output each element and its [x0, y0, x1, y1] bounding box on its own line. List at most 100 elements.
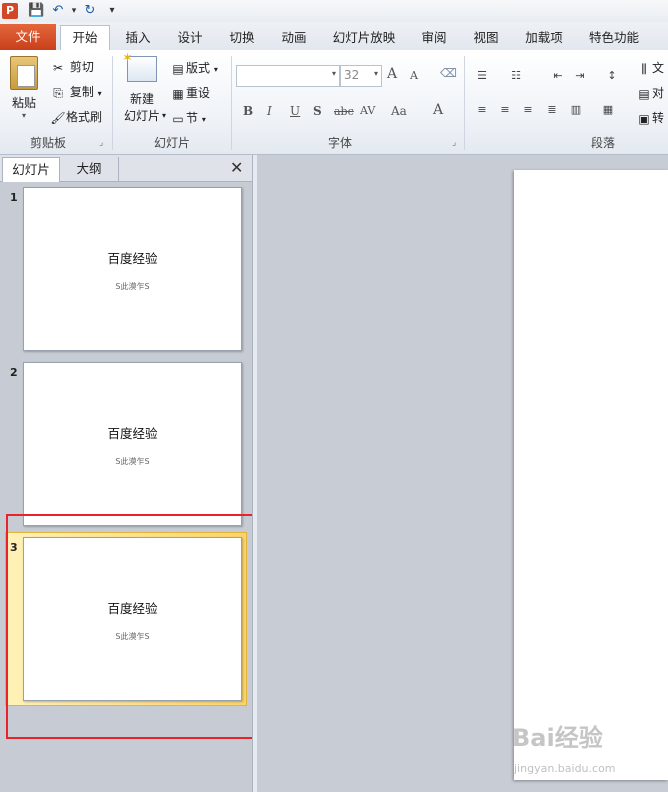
text-direction-icon: ⫼: [641, 61, 647, 76]
layout-label: 版式: [186, 61, 211, 75]
copy-button[interactable]: ⎘ 复制 ▾: [50, 83, 102, 101]
pane-tab-outline[interactable]: 大纲: [60, 157, 119, 181]
tab-insert[interactable]: 插入: [118, 26, 158, 50]
bullets-icon[interactable]: ☰: [474, 69, 490, 83]
tab-special-features[interactable]: 特色功能: [582, 26, 646, 50]
tab-home[interactable]: 开始: [60, 25, 110, 50]
reset-icon: ▦: [172, 86, 184, 101]
tab-transitions[interactable]: 切换: [222, 26, 262, 50]
customize-qat-icon[interactable]: ▾: [104, 3, 120, 19]
paste-label: 粘贴: [11, 96, 36, 110]
slide-thumbnail-2[interactable]: 百度经验 S此漠乍S: [23, 362, 242, 526]
undo-icon[interactable]: ↶: [50, 3, 66, 19]
undo-dropdown-icon[interactable]: ▾: [66, 3, 82, 19]
slides-pane-tabs: 幻灯片 大纲: [0, 155, 252, 182]
section-label: 节: [186, 111, 199, 125]
watermark-logo: Bai经验: [512, 724, 603, 752]
font-name-combo[interactable]: ▾: [236, 65, 340, 87]
align-center-icon[interactable]: ≡: [497, 103, 513, 117]
shrink-font-button[interactable]: A: [410, 69, 418, 82]
strikethrough-button[interactable]: abc: [334, 105, 354, 118]
font-size-combo[interactable]: 32 ▾: [340, 65, 382, 87]
quick-access-toolbar: P 💾 ↶ ▾ ↻ ▾: [0, 0, 668, 23]
cut-label: 剪切: [69, 60, 94, 74]
slide-thumbnail-1[interactable]: 百度经验 S此漠乍S: [23, 187, 242, 351]
clear-formatting-icon[interactable]: ⌫: [440, 66, 457, 80]
new-slide-label-1: 新建: [129, 92, 154, 106]
slide-subtitle: S此漠乍S: [115, 282, 150, 291]
decrease-indent-icon[interactable]: ⇤: [550, 69, 566, 83]
ribbon-tab-bar: 文件 开始 插入 设计 切换 动画 幻灯片放映 审阅 视图 加载项 特色功能: [0, 22, 668, 51]
align-text-icon: ▤: [638, 86, 650, 101]
ribbon: 粘贴 ▾ ✂ 剪切 ⎘ 复制 ▾ 🖌格式刷 剪贴板 ⌟ ✶ 新建 幻灯片 ▾ ▤…: [0, 50, 668, 155]
change-case-button[interactable]: Aa: [391, 104, 407, 118]
section-dropdown-icon: ▾: [201, 115, 206, 124]
align-text-button[interactable]: ▤ 对: [636, 84, 664, 102]
slide-canvas[interactable]: [514, 170, 668, 780]
clipboard-group-label: 剪贴板: [29, 136, 66, 150]
justify-icon[interactable]: ≣: [544, 103, 560, 117]
section-button[interactable]: ▭ 节 ▾: [170, 109, 206, 127]
tab-design[interactable]: 设计: [170, 26, 210, 50]
italic-button[interactable]: I: [267, 104, 272, 118]
grow-font-button[interactable]: A: [387, 66, 397, 82]
font-name-dropdown-icon: ▾: [331, 69, 336, 78]
font-launcher-icon[interactable]: ⌟: [452, 138, 456, 148]
columns-icon[interactable]: ▦: [600, 103, 616, 117]
tab-view[interactable]: 视图: [466, 26, 506, 50]
layout-icon: ▤: [172, 61, 184, 76]
numbering-icon[interactable]: ☷: [508, 69, 524, 83]
clipboard-launcher-icon[interactable]: ⌟: [99, 138, 103, 148]
tab-slideshow[interactable]: 幻灯片放映: [326, 26, 402, 50]
align-left-icon[interactable]: ≡: [474, 103, 490, 117]
increase-indent-icon[interactable]: ⇥: [572, 69, 588, 83]
text-direction-button[interactable]: ⫼ 文: [636, 59, 664, 77]
slide-number: 2: [10, 366, 18, 379]
shadow-button[interactable]: S: [313, 104, 322, 118]
paste-icon: [10, 56, 38, 90]
align-text-label: 对: [652, 86, 665, 100]
reset-label: 重设: [186, 86, 211, 100]
tab-addins[interactable]: 加载项: [518, 26, 570, 50]
pane-tab-slides[interactable]: 幻灯片: [2, 157, 60, 182]
underline-button[interactable]: U: [290, 104, 300, 118]
slide-title: 百度经验: [107, 251, 158, 266]
redo-icon[interactable]: ↻: [82, 3, 98, 19]
group-separator: [112, 56, 113, 150]
tab-file[interactable]: 文件: [0, 24, 56, 50]
group-separator: [464, 56, 465, 150]
font-size-dropdown-icon: ▾: [373, 69, 378, 78]
group-separator: [231, 56, 232, 150]
tab-review[interactable]: 审阅: [414, 26, 454, 50]
format-painter-button[interactable]: 🖌格式刷: [50, 108, 102, 126]
copy-dropdown-icon: ▾: [97, 89, 102, 98]
distributed-icon[interactable]: ▥: [568, 103, 584, 117]
smartart-icon: ▣: [638, 111, 650, 126]
cut-button[interactable]: ✂ 剪切: [50, 58, 94, 76]
font-color-button[interactable]: A: [433, 102, 443, 118]
copy-label: 复制: [69, 85, 94, 99]
save-icon[interactable]: 💾: [28, 3, 44, 19]
layout-button[interactable]: ▤ 版式 ▾: [170, 59, 218, 77]
layout-dropdown-icon: ▾: [213, 65, 218, 74]
convert-smartart-button[interactable]: ▣ 转: [636, 109, 664, 127]
reset-button[interactable]: ▦ 重设: [170, 84, 210, 102]
close-icon[interactable]: ✕: [230, 158, 243, 177]
slide-number: 1: [10, 191, 18, 204]
annotation-red-box: [6, 514, 290, 739]
format-painter-label: 格式刷: [66, 110, 103, 124]
powerpoint-app-icon[interactable]: P: [2, 3, 18, 19]
character-spacing-button[interactable]: AV: [360, 104, 375, 117]
line-spacing-icon[interactable]: ↕: [604, 69, 620, 83]
bold-button[interactable]: B: [243, 104, 253, 118]
font-group-label: 字体: [327, 136, 352, 150]
align-right-icon[interactable]: ≡: [520, 103, 536, 117]
paragraph-group-label: 段落: [590, 136, 615, 150]
tab-animations[interactable]: 动画: [274, 26, 314, 50]
paste-dropdown-icon: ▾: [21, 111, 26, 120]
copy-icon: ⎘: [53, 85, 63, 100]
paste-button[interactable]: 粘贴 ▾: [6, 56, 42, 120]
slides-group-label: 幻灯片: [153, 136, 190, 150]
new-slide-button[interactable]: ✶ 新建 幻灯片: [118, 51, 166, 124]
new-slide-dropdown-icon[interactable]: ▾: [162, 111, 166, 120]
